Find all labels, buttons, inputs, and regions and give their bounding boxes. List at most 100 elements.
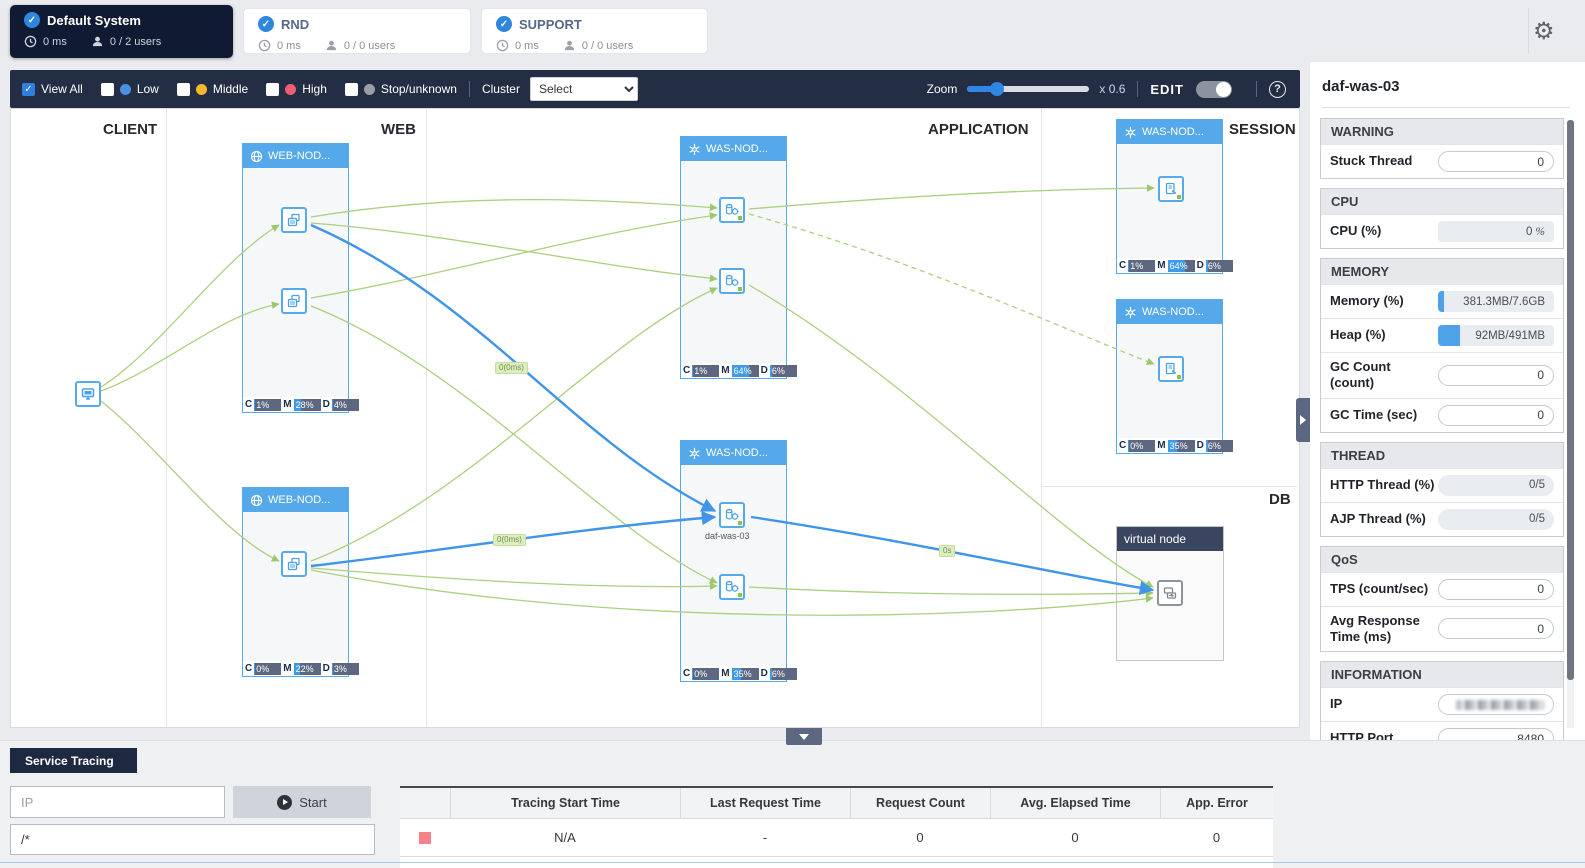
system-users: 0 / 0 users xyxy=(581,39,634,52)
collapse-bottom-button[interactable] xyxy=(786,728,822,745)
node-web-2[interactable]: WEB-NOD... C 0% M 22% D 3% xyxy=(242,487,359,677)
column-last-request-time: Last Request Time xyxy=(680,788,850,818)
gc-time-label: GC Time (sec) xyxy=(1330,406,1418,422)
topology-canvas[interactable]: CLIENT WEB APPLICATION SESSION DB 0(0ms)… xyxy=(10,108,1300,728)
column-tracing-start-time: Tracing Start Time xyxy=(450,788,680,818)
settings-gear-icon[interactable]: ⚙ xyxy=(1533,20,1555,44)
high-label: High xyxy=(302,82,327,96)
was-instance-icon[interactable] xyxy=(719,268,745,294)
tab-service-tracing[interactable]: Service Tracing xyxy=(10,748,137,773)
sidebar-scrollbar-thumb[interactable] xyxy=(1567,120,1574,680)
node-stats: C 0% M 35% D 6% xyxy=(681,666,797,681)
was-instance-icon[interactable] xyxy=(719,197,745,223)
instance-label: daf-was-03 xyxy=(705,531,750,541)
tier-label-client: CLIENT xyxy=(103,121,158,138)
node-stats: C 1% M 64% D 6% xyxy=(1117,258,1233,273)
high-checkbox[interactable] xyxy=(266,82,280,96)
status-green-square xyxy=(738,216,742,220)
node-was-2[interactable]: WAS-NOD... daf-was-03 C 0% M 35% D 6% xyxy=(680,440,797,682)
tier-label-db: DB xyxy=(1269,491,1291,508)
web-instance-icon[interactable] xyxy=(281,207,307,233)
status-green-square xyxy=(738,521,742,525)
was-instance-icon-daf-was-03[interactable] xyxy=(719,502,745,528)
warning-panel: WARNING Stuck Thread 0 xyxy=(1320,118,1564,179)
session-instance-icon[interactable] xyxy=(1158,356,1184,382)
status-square-icon xyxy=(419,831,431,844)
node-session-2[interactable]: WAS-NOD... C 0% M 35% D 6% xyxy=(1116,299,1233,454)
toolbar-separator xyxy=(1256,81,1257,97)
heap-label: Heap (%) xyxy=(1330,327,1386,343)
system-card-default[interactable]: Default System 0 ms 0 / 2 users xyxy=(10,5,233,58)
was-flower-icon xyxy=(1125,126,1136,138)
client-node-icon[interactable] xyxy=(75,381,101,407)
system-card-support[interactable]: SUPPORT 0 ms 0 / 0 users xyxy=(481,8,708,54)
information-panel: INFORMATION IP HTTP Port 8480 xyxy=(1320,661,1564,740)
stop-unknown-label: Stop/unknown xyxy=(380,82,457,96)
node-title: WAS-NOD... xyxy=(706,143,768,155)
node-session-1[interactable]: WAS-NOD... C 1% M 64% D 6% xyxy=(1116,119,1233,274)
panel-header: WARNING xyxy=(1321,119,1563,144)
system-check-icon xyxy=(24,12,40,28)
system-users: 0 / 0 users xyxy=(343,39,396,52)
status-green-square xyxy=(738,593,742,597)
status-green-square xyxy=(738,287,742,291)
globe-icon xyxy=(250,150,263,162)
cluster-select[interactable]: Select xyxy=(529,77,638,101)
zoom-slider-knob[interactable] xyxy=(990,82,1005,96)
node-web-1[interactable]: WEB-NOD... C 1% M 28% D 4% xyxy=(242,143,359,413)
edge-latency-label: 0(0ms) xyxy=(495,362,528,374)
avg-response-value: 0 xyxy=(1438,618,1554,640)
tier-label-application: APPLICATION xyxy=(928,121,1029,138)
node-title: WAS-NOD... xyxy=(1142,126,1204,138)
tier-divider xyxy=(426,109,427,727)
chevron-down-icon xyxy=(799,733,809,740)
globe-icon xyxy=(250,494,263,506)
low-checkbox[interactable] xyxy=(100,82,114,96)
node-title: WEB-NOD... xyxy=(268,150,331,162)
sidebar-scrollbar[interactable] xyxy=(1567,120,1574,728)
panel-header: MEMORY xyxy=(1321,259,1563,284)
session-instance-icon[interactable] xyxy=(1158,176,1184,202)
middle-checkbox[interactable] xyxy=(176,82,190,96)
zoom-slider[interactable] xyxy=(967,82,1090,96)
ajp-thread-label: AJP Thread (%) xyxy=(1330,510,1426,526)
tps-value: 0 xyxy=(1438,578,1554,600)
view-all-label: View All xyxy=(41,82,83,96)
node-title: WEB-NOD... xyxy=(268,494,331,506)
edit-toggle[interactable] xyxy=(1196,80,1232,98)
cpu-label: CPU (%) xyxy=(1330,223,1382,239)
avg-response-label: Avg Response Time (ms) xyxy=(1330,612,1420,644)
stop-status-dot-icon xyxy=(363,83,375,95)
view-all-checkbox[interactable] xyxy=(22,82,35,96)
system-card-rnd[interactable]: RND 0 ms 0 / 0 users xyxy=(243,8,471,54)
db-instance-icon[interactable] xyxy=(1157,580,1183,606)
sidebar-collapse-button[interactable] xyxy=(1296,398,1310,442)
url-pattern-input[interactable] xyxy=(10,824,375,855)
node-stats: C 1% M 64% D 6% xyxy=(681,363,797,378)
panel-header: CPU xyxy=(1321,189,1563,214)
node-virtual-db[interactable]: virtual node xyxy=(1116,526,1224,661)
node-was-1[interactable]: WAS-NOD... C 1% M 64% D 6% xyxy=(680,136,797,379)
memory-value-bar: 381.3MB/7.6GB xyxy=(1438,291,1554,312)
was-instance-icon[interactable] xyxy=(719,574,745,600)
stop-unknown-checkbox[interactable] xyxy=(344,82,358,96)
cpu-panel: CPU CPU (%) 0% xyxy=(1320,188,1564,249)
ajp-thread-value: 0/5 xyxy=(1438,508,1554,530)
node-title: virtual node xyxy=(1124,532,1187,546)
help-icon[interactable] xyxy=(1269,80,1286,98)
zoom-label: Zoom xyxy=(926,82,958,96)
web-instance-icon[interactable] xyxy=(281,288,307,314)
status-green-square xyxy=(1177,375,1181,379)
tracing-table-header: Tracing Start Time Last Request Time Req… xyxy=(400,786,1273,819)
http-port-value: 8480 xyxy=(1438,728,1554,740)
web-instance-icon[interactable] xyxy=(281,551,307,577)
user-icon xyxy=(325,39,338,52)
cell-avg-elapsed-time: 0 xyxy=(1071,830,1079,845)
apm-dashboard: Default System 0 ms 0 / 2 users RND 0 ms… xyxy=(0,0,1585,868)
start-tracing-button[interactable]: Start xyxy=(233,786,371,818)
system-name: SUPPORT xyxy=(519,16,582,32)
ip-filter-input[interactable] xyxy=(10,786,225,818)
user-icon xyxy=(91,35,104,48)
table-row[interactable]: N/A - 0 0 0 xyxy=(400,819,1273,857)
middle-status-dot-icon xyxy=(195,83,207,95)
